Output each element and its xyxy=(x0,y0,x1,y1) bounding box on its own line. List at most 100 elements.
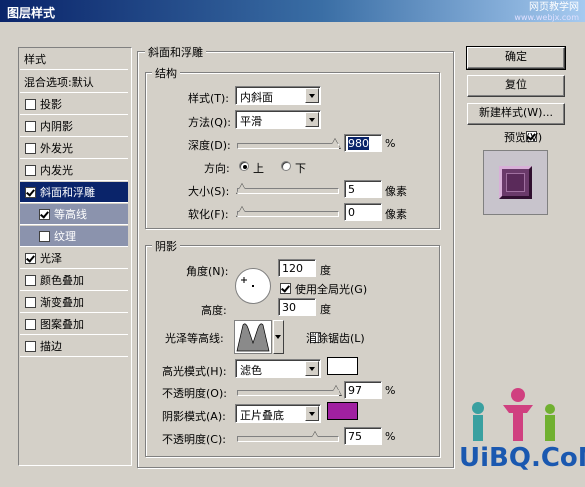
highlight-opacity-slider[interactable] xyxy=(237,390,339,396)
global-light-label: 使用全局光(G) xyxy=(295,283,368,296)
shadow-opacity-input[interactable]: 75 xyxy=(344,427,382,445)
highlight-mode-select[interactable]: 滤色 xyxy=(235,359,321,378)
soften-label: 软化(F): xyxy=(188,208,229,221)
ok-button[interactable]: 确定 xyxy=(466,46,566,70)
shadow-color-swatch[interactable] xyxy=(327,402,358,420)
title-bar: 图层样式 网页教学网 www.webjx.com xyxy=(0,0,585,22)
size-input[interactable]: 5 xyxy=(344,180,382,198)
altitude-input[interactable]: 30 xyxy=(278,298,316,316)
preview-thumbnail xyxy=(483,150,548,215)
shading-group-title: 阴影 xyxy=(152,238,180,254)
style-item-color-overlay[interactable]: 颜色叠加 xyxy=(20,270,128,291)
style-item-stroke[interactable]: 描边 xyxy=(20,336,128,357)
checkbox[interactable] xyxy=(25,98,36,110)
bevel-group-title: 斜面和浮雕 xyxy=(145,44,206,60)
preview-label: 预览(V) xyxy=(504,131,543,144)
angle-dial[interactable] xyxy=(235,268,271,304)
style-item-satin[interactable]: 光泽 xyxy=(20,248,128,269)
contour-curve-icon xyxy=(236,323,270,352)
watermark-bottom: UiBQ.CoM xyxy=(459,443,585,473)
style-list-header[interactable]: 样式 xyxy=(20,49,128,70)
shadow-opacity-label: 不透明度(C): xyxy=(162,433,226,446)
preview-swatch xyxy=(499,166,532,199)
technique-select[interactable]: 平滑 xyxy=(235,110,321,129)
chevron-down-icon[interactable] xyxy=(305,406,319,421)
shadow-opacity-thumb[interactable] xyxy=(309,431,321,442)
global-light-checkbox[interactable] xyxy=(280,283,291,294)
angle-unit: 度 xyxy=(320,264,331,277)
direction-up-label: 上 xyxy=(253,162,264,175)
style-list-blend-options[interactable]: 混合选项:默认 xyxy=(20,72,128,93)
checkbox[interactable] xyxy=(25,186,36,198)
anti-alias-label: 消除锯齿(L) xyxy=(306,332,365,345)
checkbox[interactable] xyxy=(25,274,36,286)
angle-crosshair-icon xyxy=(241,277,254,287)
gloss-contour-dropdown[interactable] xyxy=(273,320,284,354)
structure-group-title: 结构 xyxy=(152,65,180,81)
direction-down-label: 下 xyxy=(295,162,306,175)
window-title: 图层样式 xyxy=(7,6,56,20)
soften-slider-thumb[interactable] xyxy=(236,206,248,217)
style-item-outer-glow[interactable]: 外发光 xyxy=(20,138,128,159)
checkbox[interactable] xyxy=(25,142,36,154)
shadow-mode-label: 阴影模式(A): xyxy=(162,410,226,423)
soften-slider[interactable] xyxy=(237,211,339,217)
new-style-button[interactable]: 新建样式(W)... xyxy=(467,103,565,125)
size-slider-thumb[interactable] xyxy=(236,183,248,194)
watermark-top: 网页教学网 www.webjx.com xyxy=(514,2,579,23)
bevel-style-select[interactable]: 内斜面 xyxy=(235,86,321,105)
shadow-opacity-slider[interactable] xyxy=(237,436,339,442)
checkbox[interactable] xyxy=(25,340,36,352)
direction-label: 方向: xyxy=(204,162,230,175)
gloss-contour-picker[interactable] xyxy=(234,320,272,354)
altitude-label: 高度: xyxy=(201,304,227,317)
reset-button[interactable]: 复位 xyxy=(467,75,565,97)
style-item-gradient-overlay[interactable]: 渐变叠加 xyxy=(20,292,128,313)
checkbox[interactable] xyxy=(25,164,36,176)
soften-unit: 像素 xyxy=(385,208,407,221)
altitude-unit: 度 xyxy=(320,303,331,316)
style-item-pattern-overlay[interactable]: 图案叠加 xyxy=(20,314,128,335)
direction-down-radio[interactable] xyxy=(281,161,291,171)
depth-slider-thumb[interactable] xyxy=(329,138,341,149)
size-label: 大小(S): xyxy=(188,185,230,198)
checkbox[interactable] xyxy=(39,208,50,220)
checkbox[interactable] xyxy=(25,120,36,132)
style-item-texture[interactable]: 纹理 xyxy=(20,226,128,247)
shadow-mode-select[interactable]: 正片叠底 xyxy=(235,404,321,423)
chevron-down-icon[interactable] xyxy=(305,88,319,103)
gloss-contour-label: 光泽等高线: xyxy=(165,332,224,345)
highlight-color-swatch[interactable] xyxy=(327,357,358,375)
chevron-down-icon[interactable] xyxy=(305,112,319,127)
size-slider[interactable] xyxy=(237,188,339,194)
checkbox[interactable] xyxy=(39,230,50,242)
shadow-opacity-unit: % xyxy=(385,430,396,443)
style-item-inner-shadow[interactable]: 内阴影 xyxy=(20,116,128,137)
watermark-logo: UiBQ.CoM xyxy=(455,385,585,484)
style-item-contour[interactable]: 等高线 xyxy=(20,204,128,225)
highlight-opacity-input[interactable]: 97 xyxy=(344,381,382,399)
style-item-drop-shadow[interactable]: 投影 xyxy=(20,94,128,115)
depth-unit: % xyxy=(385,137,396,150)
depth-input[interactable]: 980 xyxy=(344,134,382,152)
highlight-opacity-label: 不透明度(O): xyxy=(162,387,227,400)
checkbox[interactable] xyxy=(25,318,36,330)
highlight-mode-label: 高光模式(H): xyxy=(162,365,227,378)
highlight-opacity-unit: % xyxy=(385,384,396,397)
technique-label: 方法(Q): xyxy=(188,116,231,129)
depth-slider[interactable] xyxy=(237,143,339,149)
style-label: 样式(T): xyxy=(188,92,230,105)
soften-input[interactable]: 0 xyxy=(344,203,382,221)
size-unit: 像素 xyxy=(385,185,407,198)
chevron-down-icon[interactable] xyxy=(305,361,319,376)
checkbox[interactable] xyxy=(25,296,36,308)
checkbox[interactable] xyxy=(25,252,36,264)
style-item-bevel-emboss[interactable]: 斜面和浮雕 xyxy=(20,182,128,203)
style-item-inner-glow[interactable]: 内发光 xyxy=(20,160,128,181)
angle-input[interactable]: 120 xyxy=(278,259,316,277)
chevron-down-icon xyxy=(275,335,281,339)
depth-label: 深度(D): xyxy=(188,139,231,152)
direction-up-radio[interactable] xyxy=(239,161,249,171)
angle-label: 角度(N): xyxy=(186,265,229,278)
highlight-opacity-thumb[interactable] xyxy=(330,385,342,396)
